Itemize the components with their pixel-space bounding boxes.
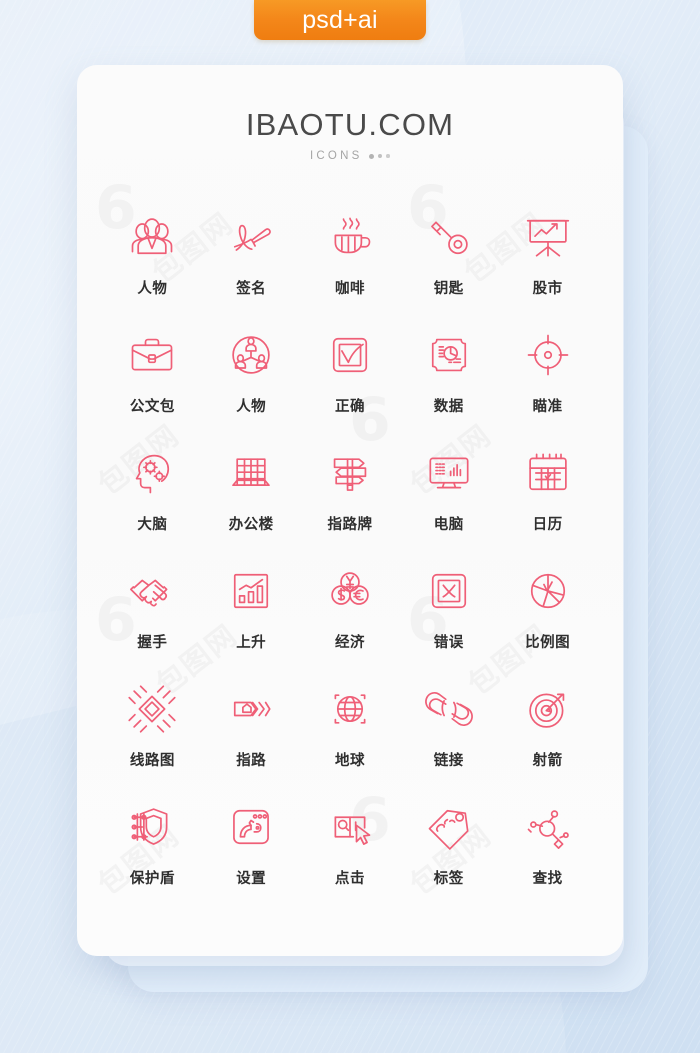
icon-cell[interactable]: 瞄准	[498, 324, 597, 416]
direction-arrows-icon[interactable]	[220, 678, 282, 740]
ellipsis-dots-icon	[369, 153, 390, 159]
icon-label: 错误	[433, 635, 464, 651]
icon-label: 人物	[236, 399, 267, 415]
icon-cell[interactable]: 公文包	[103, 324, 202, 416]
circuit-chip-icon[interactable]	[121, 678, 183, 740]
crosshair-target-icon[interactable]	[517, 324, 579, 386]
icon-label: 点击	[334, 871, 365, 887]
icon-label: 设置	[236, 871, 267, 887]
icon-cell[interactable]: 电脑	[399, 442, 498, 534]
icon-label: 比例图	[525, 635, 571, 651]
signpost-icon[interactable]	[319, 442, 381, 504]
icon-label: 地球	[334, 753, 365, 769]
icon-label: 钥匙	[433, 281, 464, 297]
icon-label: 签名	[236, 281, 267, 297]
icon-grid: 人物 签名 咖啡 钥匙 股市 公文包 人物 正确 数据 瞄准 大脑 办公楼 指路…	[77, 206, 623, 888]
signature-pen-icon[interactable]	[220, 206, 282, 268]
icon-label: 射箭	[532, 753, 563, 769]
icon-cell[interactable]: 握手	[103, 560, 202, 652]
icon-cell[interactable]: 设置	[202, 796, 301, 888]
icon-cell[interactable]: 大脑	[103, 442, 202, 534]
checkbox-error-icon[interactable]	[418, 560, 480, 622]
icon-label: 查找	[532, 871, 563, 887]
icon-cell[interactable]: 人物	[202, 324, 301, 416]
handshake-icon[interactable]	[121, 560, 183, 622]
icon-cell[interactable]: 正确	[301, 324, 400, 416]
icon-cell[interactable]: 办公楼	[202, 442, 301, 534]
icon-label: 人物	[137, 281, 168, 297]
data-report-icon[interactable]	[418, 324, 480, 386]
icon-label: 公文包	[129, 399, 175, 415]
icon-label: 日历	[532, 517, 563, 533]
icon-cell[interactable]: 日历	[498, 442, 597, 534]
format-badge: psd+ai	[254, 0, 426, 40]
icon-cell[interactable]: 保护盾	[103, 796, 202, 888]
bar-chart-rise-icon[interactable]	[220, 560, 282, 622]
icon-cell[interactable]: 股市	[498, 206, 597, 298]
icon-label: 握手	[137, 635, 168, 651]
icon-cell[interactable]: 错误	[399, 560, 498, 652]
pie-chart-icon[interactable]	[517, 560, 579, 622]
icon-cell[interactable]: 标签	[399, 796, 498, 888]
icon-label: 电脑	[433, 517, 464, 533]
icon-label: 指路牌	[327, 517, 373, 533]
click-cursor-icon[interactable]	[319, 796, 381, 858]
icon-cell[interactable]: 指路	[202, 678, 301, 770]
stock-chart-board-icon[interactable]	[517, 206, 579, 268]
icon-cell[interactable]: 人物	[103, 206, 202, 298]
seo-tag-icon[interactable]	[418, 796, 480, 858]
globe-icon[interactable]	[319, 678, 381, 740]
icon-cell[interactable]: 钥匙	[399, 206, 498, 298]
icon-label: 咖啡	[334, 281, 365, 297]
chain-link-icon[interactable]	[418, 678, 480, 740]
card-header: IBAOTU.COM ICONS	[77, 65, 623, 162]
page-title: IBAOTU.COM	[245, 107, 455, 142]
icon-cell[interactable]: 咖啡	[301, 206, 400, 298]
icon-cell[interactable]: 指路牌	[301, 442, 400, 534]
icon-cell[interactable]: 点击	[301, 796, 400, 888]
archery-target-icon[interactable]	[517, 678, 579, 740]
icon-cell[interactable]: 签名	[202, 206, 301, 298]
calendar-icon[interactable]	[517, 442, 579, 504]
icon-cell[interactable]: 线路图	[103, 678, 202, 770]
coffee-cup-icon[interactable]	[319, 206, 381, 268]
briefcase-icon[interactable]	[121, 324, 183, 386]
brain-gears-icon[interactable]	[121, 442, 183, 504]
key-icon[interactable]	[418, 206, 480, 268]
icon-cell[interactable]: 射箭	[498, 678, 597, 770]
icon-label: 线路图	[129, 753, 175, 769]
page-subtitle: ICONS	[310, 150, 363, 162]
icon-label: 标签	[433, 871, 464, 887]
desktop-monitor-icon[interactable]	[418, 442, 480, 504]
subtitle-row: ICONS	[77, 150, 623, 162]
icon-cell[interactable]: 地球	[301, 678, 400, 770]
search-nodes-icon[interactable]	[517, 796, 579, 858]
icon-label: 经济	[334, 635, 365, 651]
icon-cell[interactable]: 链接	[399, 678, 498, 770]
icon-label: 股市	[532, 281, 563, 297]
office-building-icon[interactable]	[220, 442, 282, 504]
icon-label: 上升	[236, 635, 267, 651]
shield-network-icon[interactable]	[121, 796, 183, 858]
icon-cell[interactable]: 查找	[498, 796, 597, 888]
currency-cloud-icon[interactable]	[319, 560, 381, 622]
icon-cell[interactable]: 上升	[202, 560, 301, 652]
checkbox-correct-icon[interactable]	[319, 324, 381, 386]
icon-label: 保护盾	[129, 871, 175, 887]
icon-set-card: 6 包图网 6 包图网 6 包图网 6 包图网 6 包图网 6 包图网 6 包图…	[77, 65, 623, 956]
team-network-icon[interactable]	[220, 324, 282, 386]
icon-label: 链接	[433, 753, 464, 769]
icon-cell[interactable]: 比例图	[498, 560, 597, 652]
people-group-icon[interactable]	[121, 206, 183, 268]
icon-label: 瞄准	[532, 399, 563, 415]
icon-cell[interactable]: 经济	[301, 560, 400, 652]
icon-label: 指路	[236, 753, 267, 769]
icon-label: 数据	[433, 399, 464, 415]
icon-label: 大脑	[137, 517, 168, 533]
icon-cell[interactable]: 数据	[399, 324, 498, 416]
icon-label: 正确	[334, 399, 365, 415]
icon-label: 办公楼	[228, 517, 274, 533]
settings-window-icon[interactable]	[220, 796, 282, 858]
